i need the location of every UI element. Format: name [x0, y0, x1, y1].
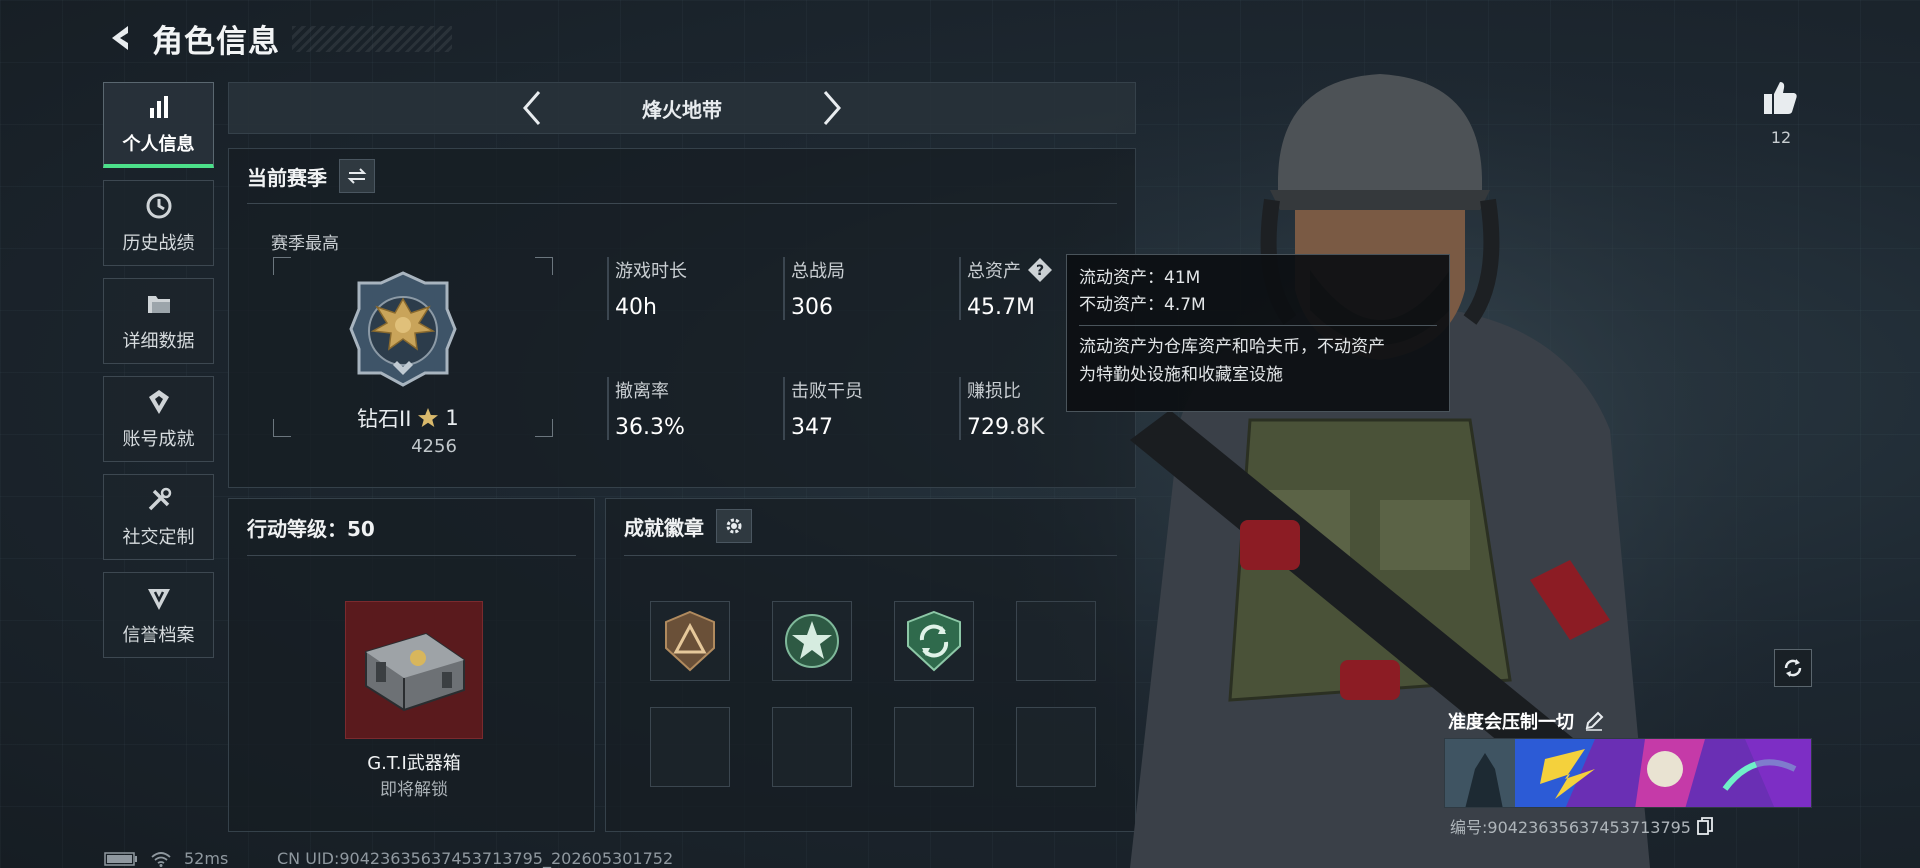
sidebar-item-details[interactable]: 详细数据 [103, 278, 214, 364]
reward-status: 即将解锁 [380, 780, 448, 800]
stat-play-time: 游戏时长 40h [607, 257, 757, 320]
recycle-badge-icon [907, 610, 961, 672]
tools-icon [148, 487, 171, 511]
tooltip-liquid-assets: 流动资产：41M [1079, 268, 1201, 288]
refresh-button[interactable] [1774, 649, 1812, 687]
tooltip-note-line2: 为特勤处设施和收藏室设施 [1079, 364, 1283, 385]
badges-settings-button[interactable] [716, 509, 752, 543]
stat-operators-defeated: 击败干员 347 [783, 377, 933, 440]
header: 角色信息 [104, 18, 280, 60]
stat-label: 撤离率 [615, 381, 669, 402]
stat-value: 40h [615, 295, 657, 320]
sidebar-item-history[interactable]: 历史战绩 [103, 180, 214, 266]
history-icon [146, 193, 171, 219]
level-title: 行动等级：50 [247, 517, 375, 541]
map-name: 烽火地带 [642, 97, 722, 122]
prev-map-button[interactable] [517, 88, 547, 128]
folder-icon [147, 296, 170, 313]
tooltip-fixed-assets: 不动资产：4.7M [1079, 295, 1206, 316]
stat-value: 347 [791, 415, 833, 440]
diamond-rank-emblem-icon [349, 271, 457, 387]
divider [247, 203, 1117, 204]
title-decoration [292, 26, 452, 52]
sidebar-item-label: 账号成就 [122, 429, 195, 450]
copy-icon[interactable] [1697, 817, 1713, 835]
wifi-icon [151, 851, 171, 867]
sidebar-item-label: 历史战绩 [122, 233, 195, 254]
season-best-label: 赛季最高 [271, 234, 339, 254]
stat-total-matches: 总战局 306 [783, 257, 933, 320]
season-switch-button[interactable] [339, 159, 375, 193]
rank-stars: 1 [445, 406, 459, 430]
stat-extraction-rate: 撤离率 36.3% [607, 377, 757, 440]
badges-title: 成就徽章 [624, 515, 704, 540]
banner-art-image [1445, 739, 1811, 807]
rank-name-row: 钻石II 1 [357, 403, 517, 433]
badge-slot[interactable] [894, 601, 974, 681]
sidebar-item-label: 社交定制 [122, 527, 195, 548]
back-arrow-icon[interactable] [104, 21, 138, 55]
reward-card[interactable] [345, 601, 483, 739]
ping-value: 52ms [184, 849, 229, 868]
sidebar-item-achievements[interactable]: 账号成就 [103, 376, 214, 462]
map-selector: 烽火地带 [228, 82, 1136, 134]
player-id: 编号:9042363563745371379​5 [1450, 818, 1691, 837]
sidebar-item-credit[interactable]: 信誉档案 [103, 572, 214, 658]
reward-name: G.T.I武器箱 [367, 753, 461, 774]
player-id-row: 编号:9042363563745371379​5 [1450, 814, 1713, 838]
season-title: 当前赛季 [247, 165, 327, 190]
stat-label: 击败干员 [791, 381, 863, 402]
uid-text: CN UID:90423635637453713795_202605301752 [277, 849, 674, 868]
season-panel: 当前赛季 赛季最高 钻石II 1 4256 游戏时长 40h 总战局 306 总… [228, 148, 1136, 488]
like-count: 12 [1770, 128, 1792, 147]
sidebar-item-social[interactable]: 社交定制 [103, 474, 214, 560]
gear-icon [726, 518, 742, 534]
assets-tooltip: 流动资产：41M 不动资产：4.7M 流动资产为仓库资产和哈夫币，不动资产 为特… [1066, 254, 1450, 412]
sidebar-item-label: 个人信息 [122, 133, 195, 155]
battery-icon [104, 851, 137, 866]
chevron-left-icon [523, 91, 541, 125]
player-name-row: 准度会压制一切 [1448, 708, 1604, 734]
badge-slot-empty[interactable] [650, 707, 730, 787]
triangle-badge-icon [665, 610, 715, 672]
rank-name: 钻石II [357, 407, 412, 431]
level-panel: 行动等级：50 G.T.I武器箱 即将解锁 [228, 498, 595, 832]
star-icon [418, 408, 439, 427]
refresh-icon [1784, 659, 1802, 677]
badge-slot[interactable] [772, 601, 852, 681]
badge-slot-empty[interactable] [894, 707, 974, 787]
bar-chart-icon [149, 95, 168, 118]
sidebar-item-label: 详细数据 [122, 331, 195, 352]
rank-score: 4256 [411, 436, 457, 457]
thumbs-up-icon[interactable] [1760, 78, 1800, 118]
page-title: 角色信息 [152, 23, 280, 60]
sidebar: 个人信息 历史战绩 详细数据 账号成就 社交定制 信誉档案 [103, 82, 214, 670]
chevron-right-icon [823, 91, 841, 125]
badge-slot-empty[interactable] [772, 707, 852, 787]
stat-label: 游戏时长 [615, 261, 687, 282]
shield-icon [147, 589, 170, 610]
achievement-icon [148, 390, 169, 414]
stat-label: 总战局 [791, 261, 845, 282]
stat-value: 306 [791, 295, 833, 320]
player-name: 准度会压制一切 [1448, 712, 1574, 733]
badge-slot[interactable] [650, 601, 730, 681]
season-header: 当前赛季 [247, 159, 375, 193]
weapon-crate-icon [365, 632, 465, 712]
divider [247, 555, 576, 556]
tooltip-note-line1: 流动资产为仓库资产和哈夫币，不动资产 [1079, 337, 1385, 358]
swap-icon [347, 168, 367, 184]
sidebar-item-personal-info[interactable]: 个人信息 [103, 82, 214, 168]
next-map-button[interactable] [817, 88, 847, 128]
status-bar: 52ms [104, 849, 228, 868]
sidebar-item-label: 信誉档案 [122, 625, 195, 646]
stat-value: 36.3% [615, 415, 685, 440]
name-card-banner[interactable] [1444, 738, 1812, 808]
tooltip-divider [1079, 325, 1437, 327]
edit-icon[interactable] [1584, 711, 1604, 731]
badges-header: 成就徽章 [624, 509, 752, 543]
star-badge-icon [785, 614, 839, 668]
level-header: 行动等级：50 [247, 513, 375, 542]
